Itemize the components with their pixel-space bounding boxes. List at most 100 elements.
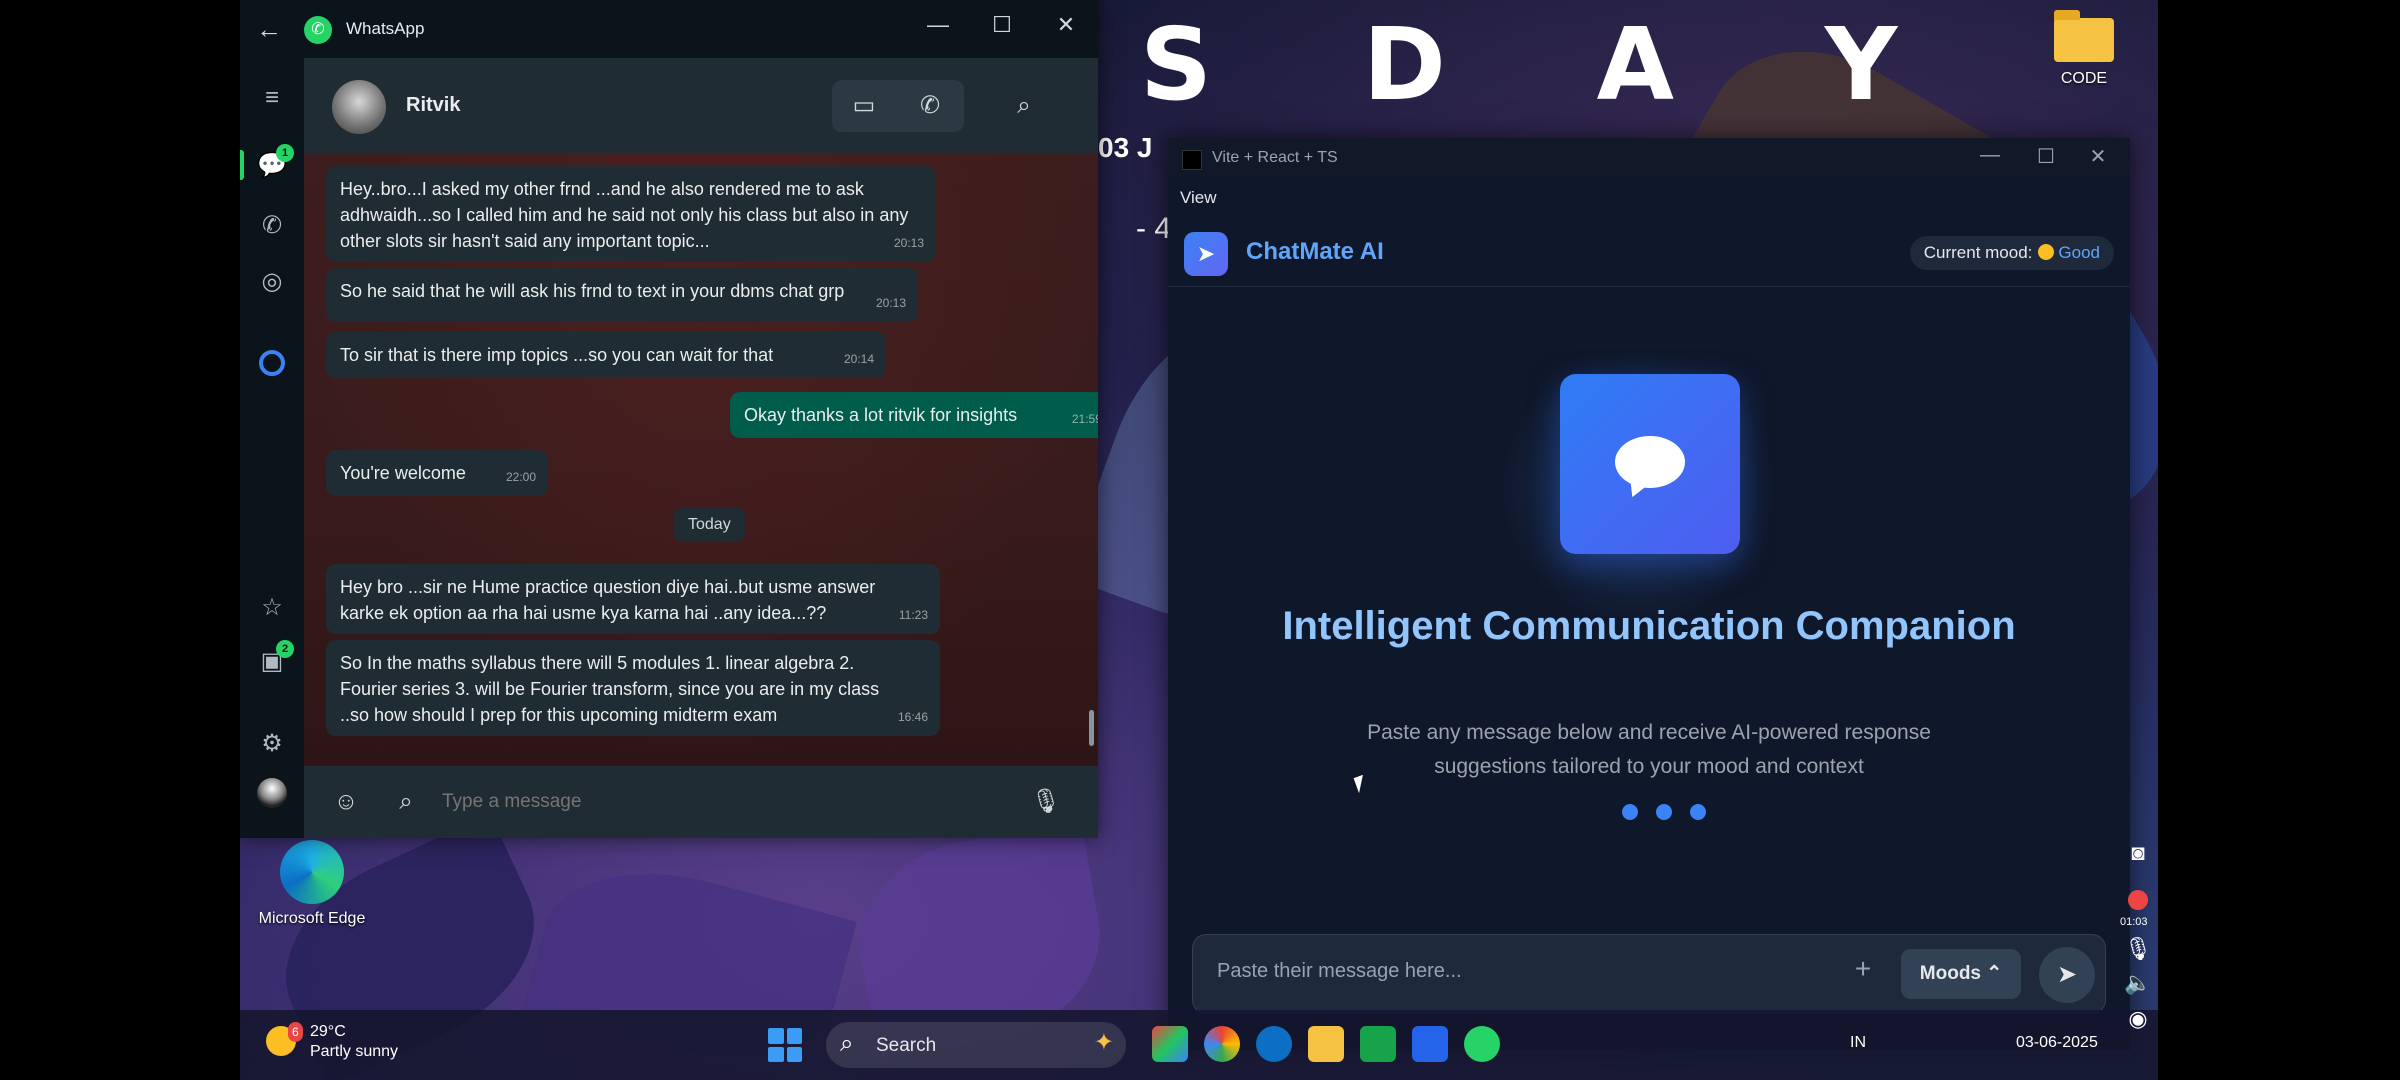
message-bubble[interactable]: So he said that he will ask his frnd to … bbox=[326, 268, 918, 322]
recording-time: 01:03 bbox=[2120, 916, 2148, 928]
windows-logo-icon bbox=[786, 1046, 802, 1062]
message-bubble[interactable]: You're welcome 22:00 bbox=[326, 450, 548, 496]
edge-taskbar-icon[interactable] bbox=[1256, 1026, 1292, 1062]
message-time: 20:14 bbox=[843, 352, 874, 366]
desktop-banner: S D A Y bbox=[1140, 6, 1956, 123]
scrollbar-thumb[interactable] bbox=[1089, 710, 1094, 746]
taskbar-search[interactable]: ⌕ Search ✦ bbox=[826, 1022, 1126, 1068]
camera-icon[interactable]: ◙ bbox=[2124, 840, 2152, 866]
archived-icon[interactable]: ▣ 2 bbox=[252, 640, 294, 682]
message-bubble-outgoing[interactable]: Okay thanks a lot ritvik for insights 21… bbox=[730, 392, 1098, 438]
message-time: 16:46 bbox=[897, 710, 928, 724]
video-call-icon[interactable]: ▭ bbox=[842, 80, 886, 132]
message-input-bar: + Moods ⌃ ➤ bbox=[1192, 934, 2106, 1014]
message-time: 11:23 bbox=[898, 608, 928, 622]
webcam-icon[interactable]: ◉ bbox=[2124, 1006, 2152, 1032]
file-explorer-icon[interactable] bbox=[1308, 1026, 1344, 1062]
minimize-button[interactable]: — bbox=[918, 12, 958, 38]
brand-name: ChatMate AI bbox=[1246, 238, 1384, 265]
start-button[interactable] bbox=[768, 1028, 802, 1062]
mood-value: Good bbox=[2058, 243, 2100, 262]
starred-icon[interactable]: ☆ bbox=[252, 588, 292, 628]
hero-subtitle: Paste any message below and receive AI-p… bbox=[1367, 721, 1931, 778]
message-bubble[interactable]: To sir that is there imp topics ...so yo… bbox=[326, 332, 886, 378]
desktop: S D A Y 03 J - 4 CODE Microsoft Edge ← ✆… bbox=[240, 0, 2158, 1080]
record-indicator[interactable] bbox=[2128, 890, 2148, 910]
send-plane-icon: ➤ bbox=[1184, 232, 1228, 276]
desktop-icon-edge[interactable]: Microsoft Edge bbox=[252, 840, 372, 928]
contact-avatar[interactable] bbox=[332, 80, 386, 134]
emoji-icon[interactable]: ☺ bbox=[324, 776, 368, 828]
message-text: Okay thanks a lot ritvik for insights bbox=[744, 405, 1018, 425]
close-button[interactable]: ✕ bbox=[2080, 144, 2116, 169]
windows-logo-icon bbox=[768, 1028, 784, 1044]
app-header: ➤ ChatMate AI Current mood: Good bbox=[1168, 218, 2130, 287]
weather-text: 29°C Partly sunny bbox=[310, 1022, 398, 1062]
maximize-button[interactable]: ☐ bbox=[982, 12, 1022, 38]
chrome-icon[interactable] bbox=[1204, 1026, 1240, 1062]
message-bubble[interactable]: Hey..bro...I asked my other frnd ...and … bbox=[326, 166, 936, 262]
message-list[interactable]: Hey..bro...I asked my other frnd ...and … bbox=[304, 154, 1098, 766]
meta-ai-icon[interactable] bbox=[252, 342, 292, 382]
search-icon: ⌕ bbox=[840, 1030, 854, 1057]
chats-icon[interactable]: 💬 1 bbox=[252, 144, 294, 186]
desktop-icon-code[interactable]: CODE bbox=[2024, 10, 2144, 88]
message-text: You're welcome bbox=[340, 463, 466, 483]
calls-icon[interactable]: ✆ bbox=[252, 206, 292, 246]
sparkle-icon: ✦ bbox=[1093, 1029, 1114, 1056]
menu-icon[interactable]: ≡ bbox=[252, 78, 292, 118]
message-text: So In the maths syllabus there will 5 mo… bbox=[340, 653, 880, 725]
excel-icon[interactable] bbox=[1360, 1026, 1396, 1062]
search-icon[interactable]: ⌕ bbox=[1002, 80, 1046, 132]
current-mood-badge[interactable]: Current mood: Good bbox=[1909, 236, 2114, 270]
menu-bar: View bbox=[1168, 178, 2130, 218]
desktop-icon-label: Microsoft Edge bbox=[258, 910, 366, 927]
message-time: 22:00 bbox=[505, 470, 536, 484]
message-bubble[interactable]: So In the maths syllabus there will 5 mo… bbox=[326, 640, 940, 736]
vscode-icon[interactable] bbox=[1412, 1026, 1448, 1062]
whatsapp-nav-rail: ≡ 💬 1 ✆ ◎ ☆ ▣ 2 ⚙ bbox=[240, 58, 304, 838]
chat-header: Ritvik ▭ ✆ ⌕ bbox=[304, 58, 1098, 154]
desktop-date-fragment: 03 J bbox=[1098, 132, 1153, 163]
active-indicator bbox=[240, 150, 244, 180]
hero-chat-icon bbox=[1560, 374, 1740, 554]
message-input[interactable] bbox=[440, 790, 944, 814]
close-button[interactable]: ✕ bbox=[1046, 12, 1086, 38]
microphone-icon[interactable]: 🎙 bbox=[1024, 776, 1068, 828]
mood-label: Current mood: bbox=[1923, 243, 2033, 262]
whatsapp-taskbar-icon[interactable] bbox=[1464, 1026, 1500, 1062]
message-bubble[interactable]: Hey bro ...sir ne Hume practice question… bbox=[326, 564, 940, 634]
loading-dot bbox=[1690, 804, 1706, 820]
weather-badge: 6 bbox=[288, 1022, 303, 1042]
maximize-button[interactable]: ☐ bbox=[2028, 144, 2064, 169]
taskbar-app-icon[interactable] bbox=[1152, 1026, 1188, 1062]
archived-badge: 2 bbox=[276, 640, 294, 658]
contact-name[interactable]: Ritvik bbox=[406, 94, 460, 117]
attach-paperclip-icon[interactable]: ⌕ bbox=[384, 776, 428, 828]
chatmate-titlebar: Vite + React + TS — ☐ ✕ bbox=[1168, 138, 2130, 178]
weather-desc: Partly sunny bbox=[310, 1043, 399, 1060]
input-language[interactable]: IN bbox=[1850, 1034, 1866, 1052]
system-date[interactable]: 03-06-2025 bbox=[2016, 1034, 2098, 1052]
windows-logo-icon bbox=[786, 1028, 802, 1044]
message-text: Hey..bro...I asked my other frnd ...and … bbox=[340, 179, 909, 251]
add-plus-icon[interactable]: + bbox=[1843, 953, 1883, 985]
settings-gear-icon[interactable]: ⚙ bbox=[252, 724, 292, 764]
minimize-button[interactable]: — bbox=[1972, 144, 2008, 167]
microphone-icon[interactable]: 🎙 bbox=[2124, 936, 2152, 962]
speaker-icon[interactable]: 🔈 bbox=[2124, 970, 2152, 996]
send-button[interactable]: ➤ bbox=[2039, 947, 2095, 1003]
back-arrow-icon[interactable]: ← bbox=[256, 14, 282, 45]
whatsapp-logo-icon: ✆ bbox=[304, 16, 332, 44]
status-icon[interactable]: ◎ bbox=[252, 262, 292, 302]
call-buttons-group: ▭ ✆ bbox=[832, 80, 964, 132]
edge-icon bbox=[280, 840, 344, 904]
menu-item-view[interactable]: View bbox=[1180, 188, 1217, 208]
message-time: 20:13 bbox=[893, 236, 924, 250]
moods-button[interactable]: Moods ⌃ bbox=[1901, 949, 2021, 999]
profile-avatar[interactable] bbox=[252, 772, 292, 812]
paste-message-input[interactable] bbox=[1215, 959, 1819, 984]
voice-call-icon[interactable]: ✆ bbox=[908, 80, 952, 132]
weather-temp: 29°C bbox=[310, 1023, 346, 1040]
windows-logo-icon bbox=[768, 1046, 784, 1062]
